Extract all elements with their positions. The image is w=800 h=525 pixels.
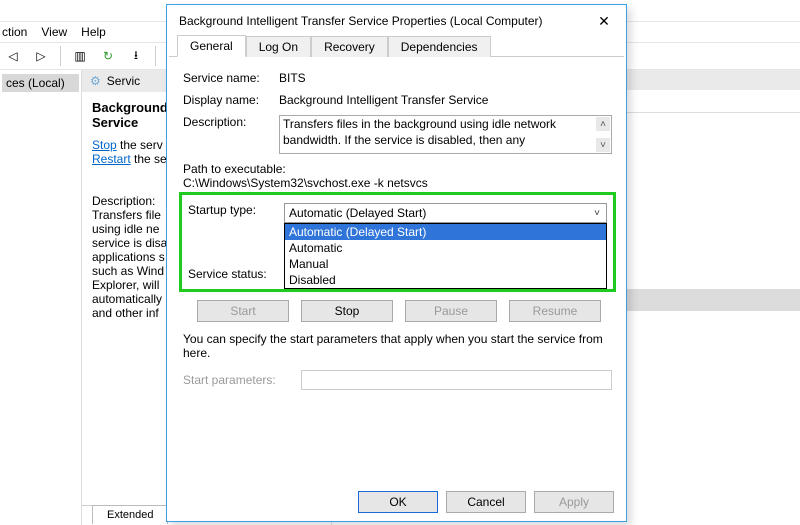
dialog-tabs: General Log On Recovery Dependencies <box>169 35 624 57</box>
cancel-button[interactable]: Cancel <box>446 491 526 513</box>
toolbar-separator <box>60 46 61 66</box>
tab-extended[interactable]: Extended <box>92 505 168 524</box>
list-icon[interactable]: ▥ <box>69 45 91 67</box>
detail-header-text: Servic <box>107 74 140 88</box>
menu-action[interactable]: ction <box>2 25 27 39</box>
scroll-down-icon[interactable]: ˅ <box>596 138 610 152</box>
service-name-value: BITS <box>279 71 306 85</box>
restart-text-tail: the se <box>131 152 167 166</box>
service-status-label: Service status: <box>188 267 284 281</box>
description-scrollbar[interactable]: ˄ ˅ <box>596 117 610 152</box>
display-name-label: Display name: <box>183 93 279 107</box>
tab-recovery[interactable]: Recovery <box>311 36 388 57</box>
forward-icon[interactable]: ▷ <box>30 45 52 67</box>
tree-item-services-local[interactable]: ces (Local) <box>2 74 79 92</box>
stop-link[interactable]: Stop <box>92 138 117 152</box>
tab-general[interactable]: General <box>177 35 246 57</box>
control-buttons: Start Stop Pause Resume <box>197 300 612 322</box>
startup-type-label: Startup type: <box>188 203 284 217</box>
service-properties-dialog: Background Intelligent Transfer Service … <box>166 4 627 522</box>
menu-help[interactable]: Help <box>81 25 106 39</box>
highlight-box: Startup type: Automatic (Delayed Start) … <box>179 192 616 292</box>
chevron-down-icon: ˅ <box>590 206 604 220</box>
resume-button[interactable]: Resume <box>509 300 601 322</box>
toolbar-separator <box>155 46 156 66</box>
tab-logon[interactable]: Log On <box>246 36 311 57</box>
startup-type-option[interactable]: Manual <box>285 256 606 272</box>
start-params-hint: You can specify the start parameters tha… <box>183 332 612 360</box>
refresh-icon[interactable]: ↻ <box>97 45 119 67</box>
export-icon[interactable]: ⭳ <box>125 45 147 67</box>
startup-type-selected: Automatic (Delayed Start) <box>289 206 426 220</box>
service-name-label: Service name: <box>183 71 279 85</box>
description-box[interactable]: Transfers files in the background using … <box>279 115 612 154</box>
close-button[interactable]: ✕ <box>590 10 618 32</box>
pause-button[interactable]: Pause <box>405 300 497 322</box>
startup-type-option[interactable]: Automatic <box>285 240 606 256</box>
tree-panel: ces (Local) <box>0 70 82 525</box>
stop-button[interactable]: Stop <box>301 300 393 322</box>
startup-type-combo[interactable]: Automatic (Delayed Start) ˅ <box>284 203 607 223</box>
start-parameters-label: Start parameters: <box>183 373 301 387</box>
dialog-footer: OK Cancel Apply <box>358 491 614 513</box>
tab-dependencies[interactable]: Dependencies <box>388 36 491 57</box>
services-icon: ⚙ <box>90 74 101 88</box>
startup-type-option[interactable]: Disabled <box>285 272 606 288</box>
startup-type-dropdown[interactable]: Automatic (Delayed Start)AutomaticManual… <box>284 223 607 289</box>
stop-text-tail: the serv <box>117 138 163 152</box>
scroll-up-icon[interactable]: ˄ <box>596 117 610 131</box>
back-icon[interactable]: ◁ <box>2 45 24 67</box>
description-label: Description: <box>183 115 279 129</box>
dialog-titlebar: Background Intelligent Transfer Service … <box>167 5 626 35</box>
ok-button[interactable]: OK <box>358 491 438 513</box>
apply-button[interactable]: Apply <box>534 491 614 513</box>
start-parameters-input[interactable] <box>301 370 612 390</box>
start-button[interactable]: Start <box>197 300 289 322</box>
path-value: C:\Windows\System32\svchost.exe -k netsv… <box>183 176 612 190</box>
close-icon: ✕ <box>598 13 610 30</box>
dialog-title: Background Intelligent Transfer Service … <box>179 14 590 28</box>
description-text: Transfers files in the background using … <box>283 117 556 147</box>
path-label: Path to executable: <box>183 162 612 176</box>
display-name-value: Background Intelligent Transfer Service <box>279 93 488 107</box>
startup-type-option[interactable]: Automatic (Delayed Start) <box>285 224 606 240</box>
restart-link[interactable]: Restart <box>92 152 131 166</box>
menu-view[interactable]: View <box>41 25 67 39</box>
